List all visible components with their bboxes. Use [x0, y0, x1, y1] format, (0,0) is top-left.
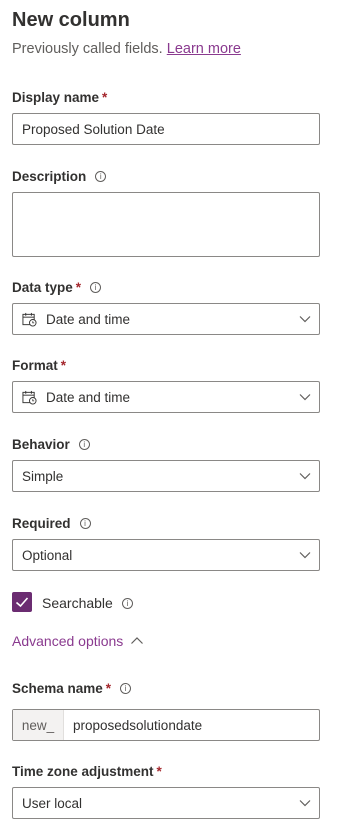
chevron-up-icon [131, 637, 144, 644]
calendar-clock-icon [22, 312, 37, 327]
calendar-clock-icon [22, 390, 37, 405]
format-dropdown[interactable]: Date and time [12, 381, 320, 413]
timezone-label-text: Time zone adjustment [12, 764, 154, 779]
format-label: Format * [12, 358, 66, 373]
required-asterisk: * [60, 358, 67, 373]
searchable-checkbox[interactable] [12, 592, 32, 612]
subtitle-text: Previously called fields. [12, 41, 163, 57]
schema-name-label-text: Schema name [12, 681, 103, 696]
info-icon[interactable]: i [95, 171, 107, 182]
display-name-label: Display name * [12, 90, 107, 105]
required-value: Optional [22, 547, 73, 563]
display-name-label-text: Display name [12, 90, 100, 105]
description-label: Description i [12, 169, 107, 184]
advanced-options-label: Advanced options [12, 633, 124, 649]
schema-prefix: new_ [13, 710, 64, 740]
display-name-value: Proposed Solution Date [22, 121, 165, 137]
timezone-dropdown[interactable]: User local [12, 787, 320, 819]
timezone-value: User local [22, 795, 83, 811]
format-label-text: Format [12, 358, 58, 373]
chevron-down-icon [299, 552, 311, 559]
required-asterisk: * [156, 764, 162, 779]
required-label: Required i [12, 516, 91, 531]
info-icon[interactable]: i [79, 518, 91, 529]
info-icon[interactable]: i [90, 282, 102, 293]
panel-subtitle: Previously called fields. Learn more [12, 41, 241, 57]
required-asterisk: * [105, 681, 112, 696]
chevron-down-icon [299, 394, 311, 401]
schema-name-value: proposedsolutiondate [73, 717, 203, 733]
schema-name-label: Schema name * i [12, 681, 132, 696]
panel-title: New column [12, 9, 130, 31]
required-asterisk: * [75, 280, 82, 295]
info-icon[interactable]: i [120, 683, 132, 694]
schema-name-input[interactable]: new_ proposedsolutiondate [12, 709, 320, 741]
info-icon[interactable]: i [78, 439, 90, 450]
required-asterisk: * [102, 90, 108, 105]
behavior-dropdown[interactable]: Simple [12, 460, 320, 492]
display-name-input[interactable]: Proposed Solution Date [12, 113, 320, 145]
description-textarea[interactable] [12, 192, 320, 257]
info-icon[interactable]: i [121, 597, 133, 609]
format-value: Date and time [46, 389, 131, 405]
data-type-value: Date and time [46, 311, 131, 327]
chevron-down-icon [299, 316, 311, 323]
behavior-value: Simple [22, 468, 64, 484]
learn-more-link[interactable]: Learn more [167, 41, 241, 57]
timezone-label: Time zone adjustment * [12, 764, 162, 779]
data-type-label-text: Data type [12, 280, 73, 295]
description-label-text: Description [12, 169, 87, 184]
behavior-label-text: Behavior [12, 437, 70, 452]
checkmark-icon [15, 597, 29, 608]
data-type-dropdown[interactable]: Date and time [12, 303, 320, 335]
data-type-label: Data type * i [12, 280, 102, 295]
searchable-label: Searchable i [42, 595, 133, 611]
searchable-label-text: Searchable [42, 595, 113, 611]
chevron-down-icon [299, 473, 311, 480]
required-dropdown[interactable]: Optional [12, 539, 320, 571]
behavior-label: Behavior i [12, 437, 90, 452]
advanced-options-toggle[interactable]: Advanced options [12, 633, 144, 649]
chevron-down-icon [299, 800, 311, 807]
required-label-text: Required [12, 516, 71, 531]
